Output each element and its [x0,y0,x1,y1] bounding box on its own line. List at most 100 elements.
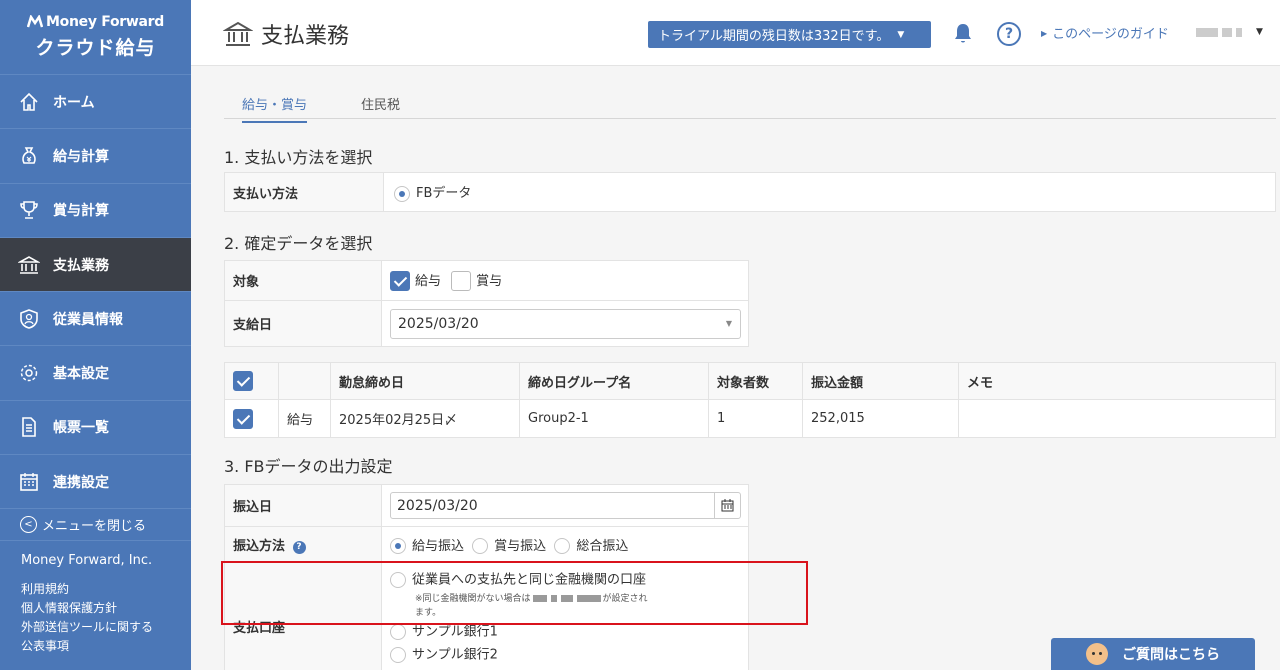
external-tools-link[interactable]: 外部送信ツールに関する [21,618,191,637]
transfer-method-label: 振込方法 [233,539,286,554]
triangle-right-icon: ▶ [1041,29,1048,38]
bank1-radio[interactable] [390,624,406,640]
bonus-transfer-label: 賞与振込 [494,538,547,554]
fb-data-radio[interactable] [394,185,410,202]
transfer-method-label-cell: 振込方法 ? [224,526,382,563]
info-icon[interactable]: ? [292,540,306,554]
target-cell: 給与 賞与 [381,260,749,301]
target-label: 対象 [224,260,382,301]
employee-count-header: 対象者数 [708,362,803,400]
bank-icon [18,254,40,276]
bank2-radio[interactable] [390,647,406,663]
sidebar-item-home[interactable]: ホーム [0,75,191,130]
product-name: クラウド給与 [35,37,156,59]
transfer-method-cell: 給与振込 賞与振込 総合振込 [381,526,749,563]
caret-down-icon: ▼ [897,29,905,40]
sidebar-item-payroll[interactable]: 給与計算 [0,129,191,184]
row-transfer-amount: 252,015 [802,399,959,438]
section-title-confirmed-data: 2. 確定データを選択 [224,234,373,253]
sidebar-item-settings[interactable]: 基本設定 [0,346,191,401]
money-bag-icon [18,145,40,167]
sidebar-item-reports[interactable]: 帳票一覧 [0,401,191,456]
user-name-redacted [1196,27,1218,37]
pay-date-select[interactable]: 2025/03/20 ▼ [390,308,741,339]
external-tools-link-cont[interactable]: 公表事項 [21,637,191,656]
bank2-option: サンプル銀行2 [390,647,748,670]
help-icon[interactable]: ? [997,22,1021,46]
close-menu-button[interactable]: < メニューを閉じる [0,509,191,542]
logo[interactable]: Money Forward クラウド給与 [0,0,191,75]
header: 支払業務 トライアル期間の残日数は332日です。 ▼ ? ▶ このページのガイド … [191,0,1280,66]
tab-resident-tax[interactable]: 住民税 [361,94,400,113]
page-guide-label: このページのガイド [1052,27,1169,42]
calendar-icon[interactable] [714,493,740,518]
confirmed-data-grid: 勤怠締め日 締め日グループ名 対象者数 振込金額 メモ 給与 2025年02月2… [224,362,1276,438]
bonus-transfer-radio[interactable] [472,538,489,555]
pay-date-cell: 2025/03/20 ▼ [381,300,749,347]
section-title-payment-method: 1. 支払い方法を選択 [224,148,373,167]
company-name: Money Forward, Inc. [21,553,153,569]
close-menu-label: メニューを閉じる [42,519,147,535]
bank-icon [223,21,253,46]
select-all-checkbox[interactable] [233,371,253,391]
transfer-date-value: 2025/03/20 [397,497,478,514]
salary-checkbox[interactable] [390,271,410,292]
sidebar-item-label: 基本設定 [53,366,109,383]
caret-down-icon: ▼ [725,318,732,328]
general-transfer-radio[interactable] [554,538,571,555]
fb-data-label: FBデータ [416,186,472,202]
user-name-redacted [1236,27,1242,37]
sidebar-item-label: ホーム [53,94,95,111]
sidebar-item-bonus[interactable]: 賞与計算 [0,184,191,238]
sidebar-item-label: 帳票一覧 [53,420,109,437]
table-header-row: 勤怠締め日 締め日グループ名 対象者数 振込金額 メモ [224,362,1276,400]
payment-method-table: 支払い方法 FBデータ [224,172,1276,212]
trial-dropdown[interactable]: トライアル期間の残日数は332日です。 ▼ [648,21,931,48]
page-guide-link[interactable]: ▶ このページのガイド [1041,23,1169,42]
bell-icon[interactable] [953,22,973,44]
transfer-date-label: 振込日 [224,484,382,527]
row-closing-date: 2025年02月25日〆 [330,399,520,438]
tab-salary-bonus[interactable]: 給与・賞与 [242,94,308,123]
tab-bar: 給与・賞与 住民税 [224,84,1276,123]
payment-method-label: 支払い方法 [224,172,384,212]
trial-label: トライアル期間の残日数は332日です。 [658,29,890,44]
confirmed-data-table: 対象 給与 賞与 支給日 2025/03/20 ▼ [224,260,749,347]
general-transfer-label: 総合振込 [576,538,629,554]
transfer-date-input[interactable]: 2025/03/20 [390,492,741,519]
user-name-redacted [1222,27,1232,37]
question-button-label: ご質問はこちら [1122,647,1220,663]
highlight-box [221,561,808,625]
salary-transfer-radio[interactable] [390,538,406,555]
sidebar-item-label: 支払業務 [53,257,109,274]
row-select-cell [224,399,279,438]
question-button[interactable]: ご質問はこちら [1051,638,1255,670]
bonus-checkbox[interactable] [451,271,472,292]
select-all-header [224,362,279,400]
calendar-icon [18,471,40,493]
group-name-header: 締め日グループ名 [519,362,709,400]
footer-links: 利用規約 個人情報保護方針 外部送信ツールに関する 公表事項 [0,568,191,656]
transfer-amount-header: 振込金額 [802,362,959,400]
pay-date-label: 支給日 [224,300,382,347]
sidebar-item-label: 給与計算 [53,148,109,165]
sidebar-item-employees[interactable]: 従業員情報 [0,292,191,347]
section-title-fb-output: 3. FBデータの出力設定 [224,457,393,476]
terms-link[interactable]: 利用規約 [21,580,191,599]
privacy-link[interactable]: 個人情報保護方針 [21,599,191,618]
employee-icon [18,308,40,330]
brand-name: Money Forward [46,14,164,30]
caret-down-icon: ▼ [1256,27,1263,37]
sidebar-item-payments[interactable]: 支払業務 [0,237,191,293]
transfer-date-cell: 2025/03/20 [381,484,749,527]
home-icon [18,91,40,113]
sidebar-item-integrations[interactable]: 連携設定 [0,455,191,510]
user-menu[interactable]: ▼ [1196,27,1263,37]
type-header [278,362,331,400]
row-checkbox[interactable] [233,408,253,429]
row-memo[interactable] [958,399,1276,438]
document-icon [18,416,40,438]
bonus-checkbox-label: 賞与 [476,273,503,289]
memo-header: メモ [958,362,1276,400]
support-avatar-icon [1086,643,1108,665]
